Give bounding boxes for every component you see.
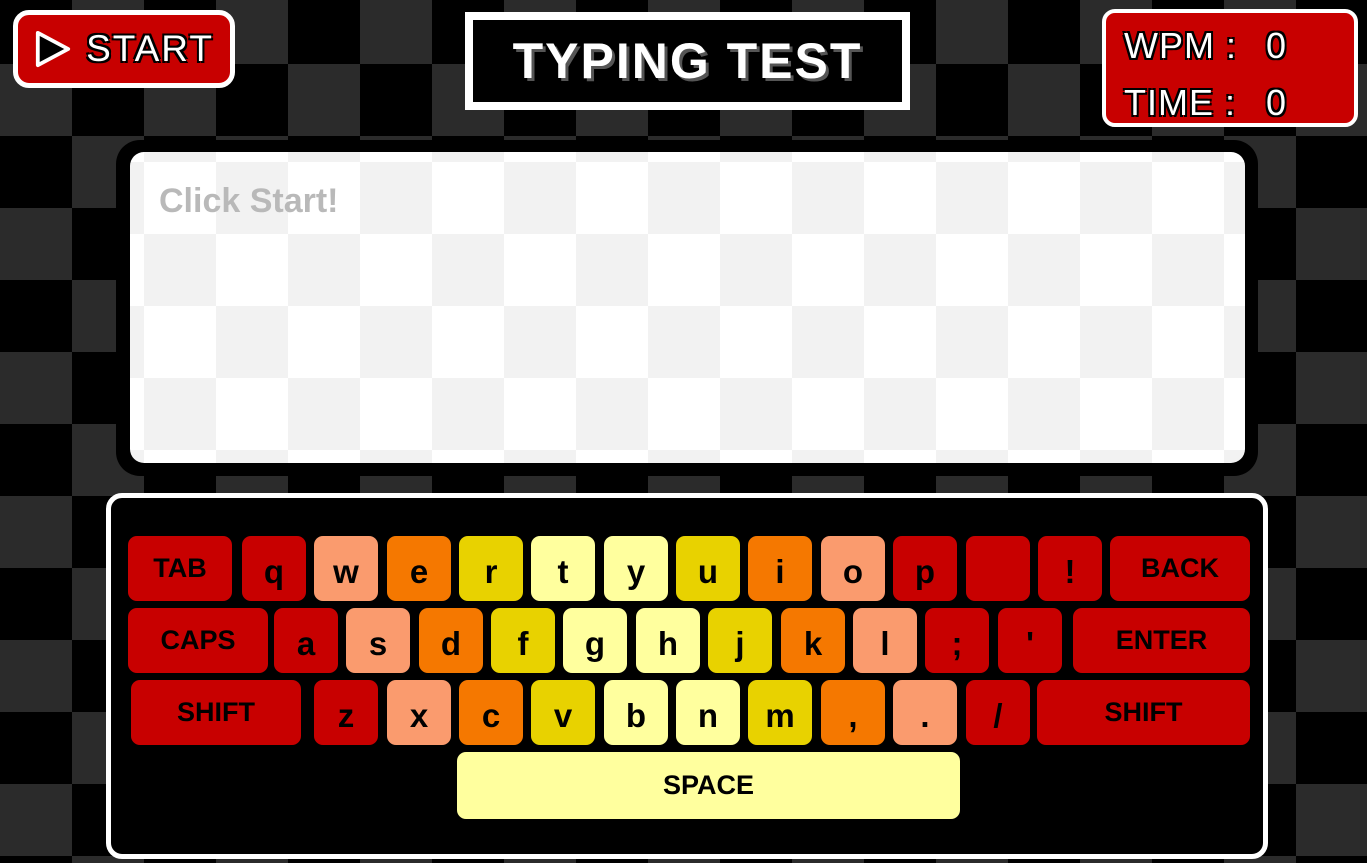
key-h[interactable]: h	[636, 608, 700, 673]
key-apostrophe[interactable]: '	[998, 608, 1062, 673]
key-shift-left[interactable]: SHIFT	[131, 680, 301, 745]
key-slash[interactable]: /	[966, 680, 1030, 745]
key-x[interactable]: x	[387, 680, 451, 745]
wpm-label: WPM :	[1124, 25, 1237, 66]
title-banner: TYPING TEST	[465, 12, 910, 110]
key-w[interactable]: w	[314, 536, 378, 601]
key-q[interactable]: q	[242, 536, 306, 601]
key-t[interactable]: t	[531, 536, 595, 601]
key-e[interactable]: e	[387, 536, 451, 601]
start-label: START	[86, 28, 214, 69]
typing-text-area[interactable]: Click Start!	[130, 152, 1245, 463]
key-v[interactable]: v	[531, 680, 595, 745]
play-icon	[35, 30, 71, 68]
time-label: TIME :	[1124, 82, 1236, 123]
key-semicolon[interactable]: ;	[925, 608, 989, 673]
key-n[interactable]: n	[676, 680, 740, 745]
key-g[interactable]: g	[563, 608, 627, 673]
key-space[interactable]: SPACE	[457, 752, 960, 819]
key-shift-right[interactable]: SHIFT	[1037, 680, 1250, 745]
wpm-value: 0	[1266, 25, 1288, 66]
key-back[interactable]: BACK	[1110, 536, 1250, 601]
key-u[interactable]: u	[676, 536, 740, 601]
key-k[interactable]: k	[781, 608, 845, 673]
key-r[interactable]: r	[459, 536, 523, 601]
key-z[interactable]: z	[314, 680, 378, 745]
key-tab[interactable]: TAB	[128, 536, 232, 601]
prompt-text: Click Start!	[159, 182, 339, 220]
key-period[interactable]: .	[893, 680, 957, 745]
key-y[interactable]: y	[604, 536, 668, 601]
start-button[interactable]: START	[13, 10, 235, 88]
key-blank[interactable]	[966, 536, 1030, 601]
key-j[interactable]: j	[708, 608, 772, 673]
key-c[interactable]: c	[459, 680, 523, 745]
key-enter[interactable]: ENTER	[1073, 608, 1250, 673]
key-b[interactable]: b	[604, 680, 668, 745]
key-s[interactable]: s	[346, 608, 410, 673]
key-comma[interactable]: ,	[821, 680, 885, 745]
key-o[interactable]: o	[821, 536, 885, 601]
wpm-row: WPM : 0	[1124, 25, 1286, 67]
key-f[interactable]: f	[491, 608, 555, 673]
stats-panel: WPM : 0 TIME : 0	[1102, 9, 1358, 127]
key-exclamation[interactable]: !	[1038, 536, 1102, 601]
key-d[interactable]: d	[419, 608, 483, 673]
key-p[interactable]: p	[893, 536, 957, 601]
key-l[interactable]: l	[853, 608, 917, 673]
time-value: 0	[1266, 82, 1288, 123]
page-title: TYPING TEST	[512, 33, 863, 89]
key-m[interactable]: m	[748, 680, 812, 745]
key-i[interactable]: i	[748, 536, 812, 601]
key-caps[interactable]: CAPS	[128, 608, 268, 673]
key-a[interactable]: a	[274, 608, 338, 673]
time-row: TIME : 0	[1124, 82, 1286, 124]
